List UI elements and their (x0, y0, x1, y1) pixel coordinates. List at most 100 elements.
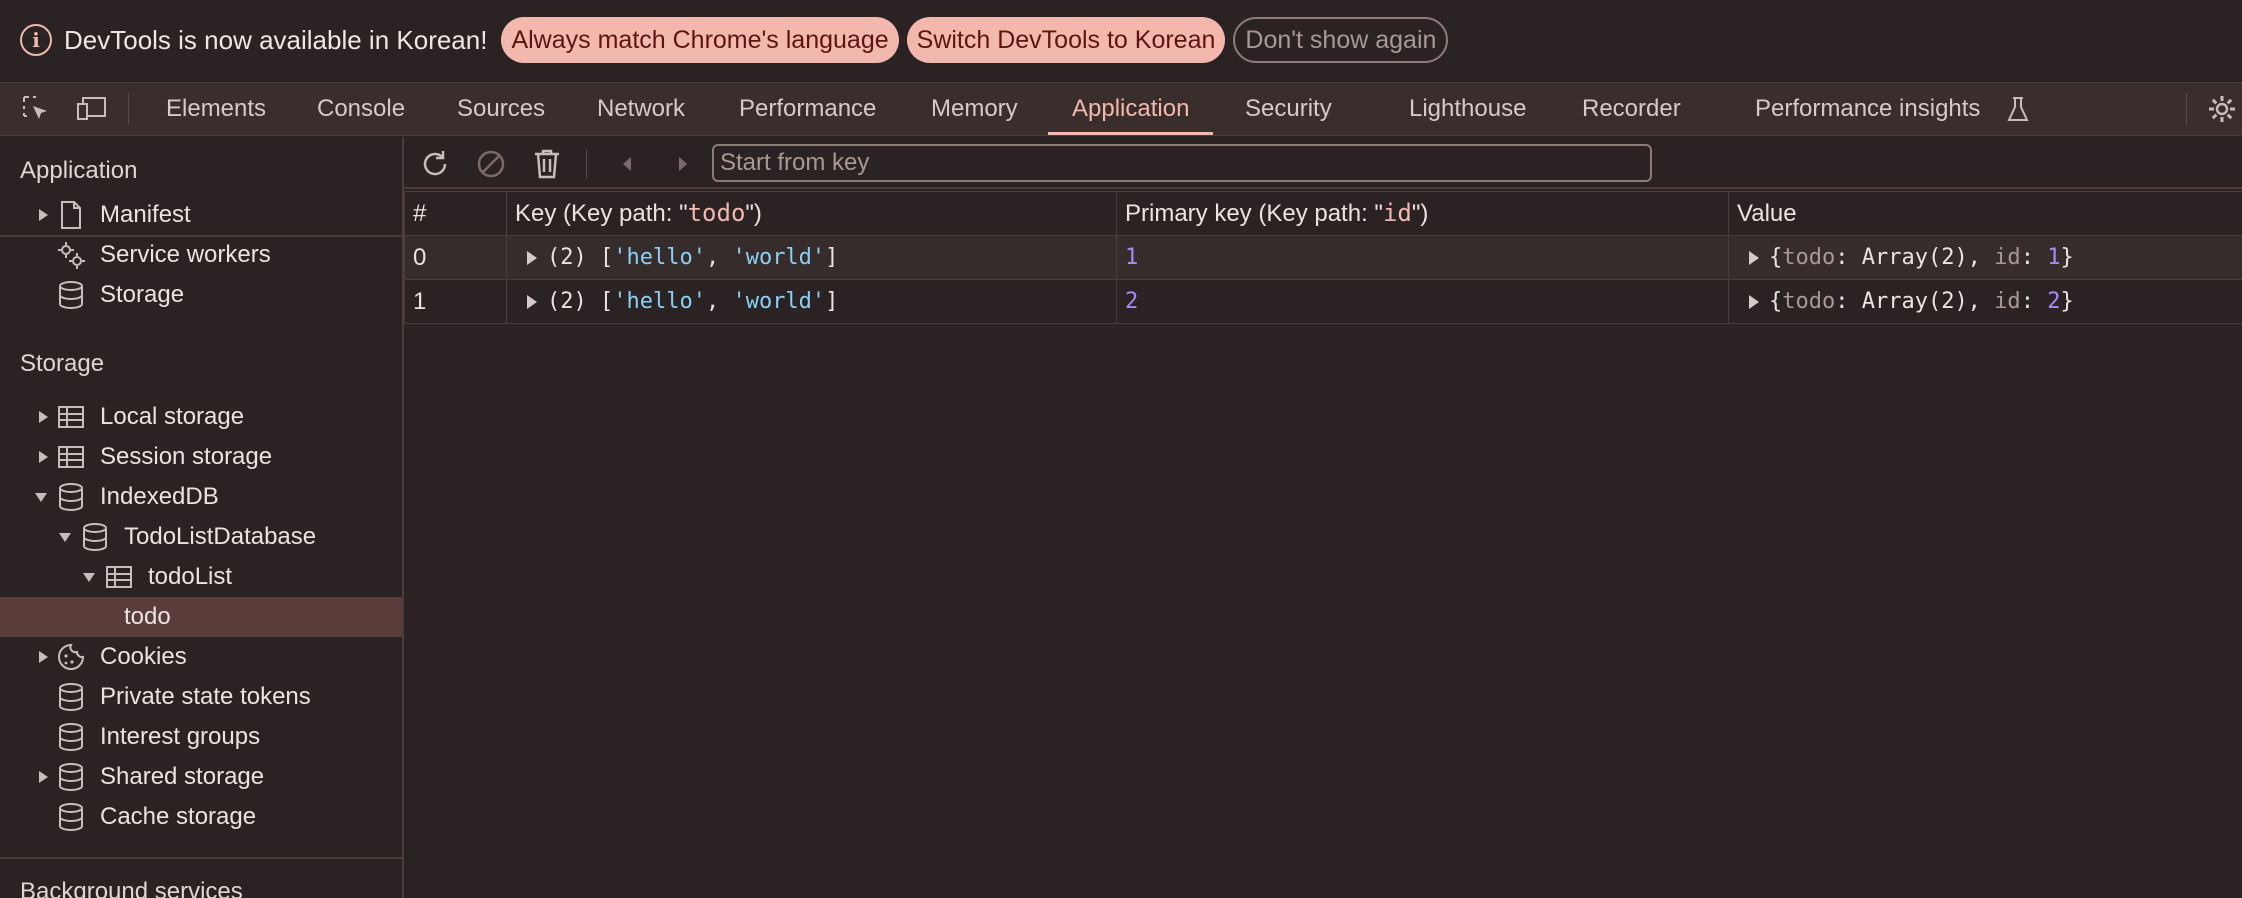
tab-security[interactable]: Security (1245, 83, 1332, 135)
number-value: 1 (2047, 245, 2061, 270)
sidebar-item-local-storage[interactable]: Local storage (0, 397, 402, 437)
column-header-number[interactable]: # (404, 191, 507, 236)
next-page-icon[interactable] (666, 147, 700, 181)
array-prefix: (2) [ (547, 245, 614, 270)
database-icon (59, 281, 83, 310)
clear-icon[interactable] (474, 147, 508, 181)
tab-memory[interactable]: Memory (931, 83, 1018, 135)
tab-sources[interactable]: Sources (457, 83, 545, 135)
previous-page-icon[interactable] (610, 147, 644, 181)
tab-application[interactable]: Application (1047, 83, 1214, 135)
column-header-key[interactable]: Key (Key path: "todo") (506, 191, 1117, 236)
language-infobar: i DevTools is now available in Korean! A… (0, 0, 2242, 80)
application-section-title: Application (20, 157, 138, 184)
property-value: : Array(2), (1835, 245, 1995, 270)
database-icon (59, 763, 83, 792)
sidebar-item-label: Manifest (100, 201, 191, 228)
number-value: 2 (2047, 289, 2061, 314)
tab-performance[interactable]: Performance (739, 83, 876, 135)
sidebar-item-manifest[interactable]: Manifest (0, 195, 402, 235)
brace: { (1769, 289, 1783, 314)
dont-show-again-button[interactable]: Don't show again (1233, 17, 1449, 63)
info-icon: i (20, 24, 52, 56)
primary-key-cell: 2 (1116, 279, 1729, 324)
sidebar-item-label: Local storage (100, 403, 245, 430)
sidebar-item-storage[interactable]: Storage (0, 275, 402, 315)
document-icon (61, 201, 81, 229)
expand-triangle-icon[interactable] (527, 251, 537, 265)
tab-lighthouse[interactable]: Lighthouse (1409, 83, 1526, 135)
string-value: 'hello' (613, 289, 706, 314)
sidebar-item-label: Private state tokens (100, 683, 311, 710)
sidebar-item-label: Service workers (100, 241, 271, 268)
separator: , (705, 289, 733, 314)
sidebar-item-service-workers[interactable]: Service workers (0, 235, 402, 275)
sidebar-item-cookies[interactable]: Cookies (0, 637, 402, 677)
switch-to-korean-button[interactable]: Switch DevTools to Korean (906, 17, 1226, 63)
key-cell[interactable]: (2) ['hello', 'world'] (506, 279, 1117, 324)
property-value: : Array(2), (1835, 289, 1995, 314)
sidebar-item-private-state-tokens[interactable]: Private state tokens (0, 677, 402, 717)
key-cell[interactable]: (2) ['hello', 'world'] (506, 235, 1117, 280)
string-value: 'hello' (613, 245, 706, 270)
tab-network[interactable]: Network (597, 83, 685, 135)
expand-triangle-icon[interactable] (1749, 295, 1759, 309)
settings-gear-icon[interactable] (2204, 91, 2240, 127)
sidebar-item-session-storage[interactable]: Session storage (0, 437, 402, 477)
expand-triangle-icon[interactable] (527, 295, 537, 309)
separator: , (705, 245, 733, 270)
expand-triangle-icon[interactable] (1749, 251, 1759, 265)
sidebar-item-label: Cache storage (100, 803, 257, 830)
sidebar-item-label: Storage (100, 281, 185, 308)
primary-key-cell: 1 (1116, 235, 1729, 280)
infobar-message: DevTools is now available in Korean! (64, 24, 488, 55)
sidebar-item-cache-storage[interactable]: Cache storage (0, 797, 402, 837)
key-header-suffix: ") (745, 200, 762, 227)
pk-header-prefix: Primary key (Key path: " (1125, 200, 1383, 227)
table-row[interactable]: 1 (2) ['hello', 'world'] 2 {todo: Array(… (404, 279, 2242, 324)
refresh-icon[interactable] (418, 147, 452, 181)
table-icon (58, 446, 84, 468)
sidebar-item-label: todoList (148, 563, 233, 590)
tab-elements[interactable]: Elements (166, 83, 266, 135)
sidebar-item-interest-groups[interactable]: Interest groups (0, 717, 402, 757)
device-toolbar-icon[interactable] (74, 91, 110, 127)
brace: } (2060, 289, 2074, 314)
key-header-prefix: Key (Key path: " (515, 200, 688, 227)
table-row[interactable]: 0 (2) ['hello', 'world'] 1 {todo: Array(… (404, 235, 2242, 280)
storage-section-title: Storage (20, 350, 105, 377)
sidebar-item-todo-index[interactable]: todo (0, 597, 402, 637)
delete-icon[interactable] (530, 147, 564, 181)
start-from-key-input[interactable] (712, 144, 1652, 182)
database-icon (59, 683, 83, 712)
sidebar-item-todolist-store[interactable]: todoList (0, 557, 402, 597)
experiment-flask-icon (2000, 92, 2036, 128)
database-icon (59, 723, 83, 752)
property-name: todo (1782, 245, 1836, 270)
inspect-element-icon[interactable] (18, 91, 54, 127)
database-icon (83, 523, 107, 552)
tab-recorder[interactable]: Recorder (1582, 83, 1681, 135)
table-icon (106, 566, 132, 588)
sidebar-item-shared-storage[interactable]: Shared storage (0, 757, 402, 797)
panel-tab-bar: Elements Console Sources Network Perform… (0, 82, 2242, 136)
sidebar-item-todolistdatabase[interactable]: TodoListDatabase (0, 517, 402, 557)
value-cell[interactable]: {todo: Array(2), id: 1} (1728, 235, 2242, 280)
database-icon (59, 483, 83, 512)
column-header-value[interactable]: Value (1728, 191, 2242, 236)
sidebar-item-label: todo (124, 603, 171, 630)
row-number: 1 (404, 279, 507, 324)
tab-performance-insights[interactable]: Performance insights (1755, 83, 1980, 135)
data-view-toolbar (404, 137, 2242, 189)
array-suffix: ] (825, 289, 839, 314)
always-match-language-button[interactable]: Always match Chrome's language (501, 17, 899, 63)
value-cell[interactable]: {todo: Array(2), id: 2} (1728, 279, 2242, 324)
string-value: 'world' (732, 289, 826, 314)
property-name: id (1994, 245, 2021, 270)
tab-console[interactable]: Console (317, 83, 405, 135)
column-header-primary-key[interactable]: Primary key (Key path: "id") (1116, 191, 1729, 236)
pk-header-suffix: ") (1411, 200, 1429, 227)
sidebar-item-indexeddb[interactable]: IndexedDB (0, 477, 402, 517)
cookie-icon (58, 643, 85, 670)
sidebar-item-label: Cookies (100, 643, 187, 670)
